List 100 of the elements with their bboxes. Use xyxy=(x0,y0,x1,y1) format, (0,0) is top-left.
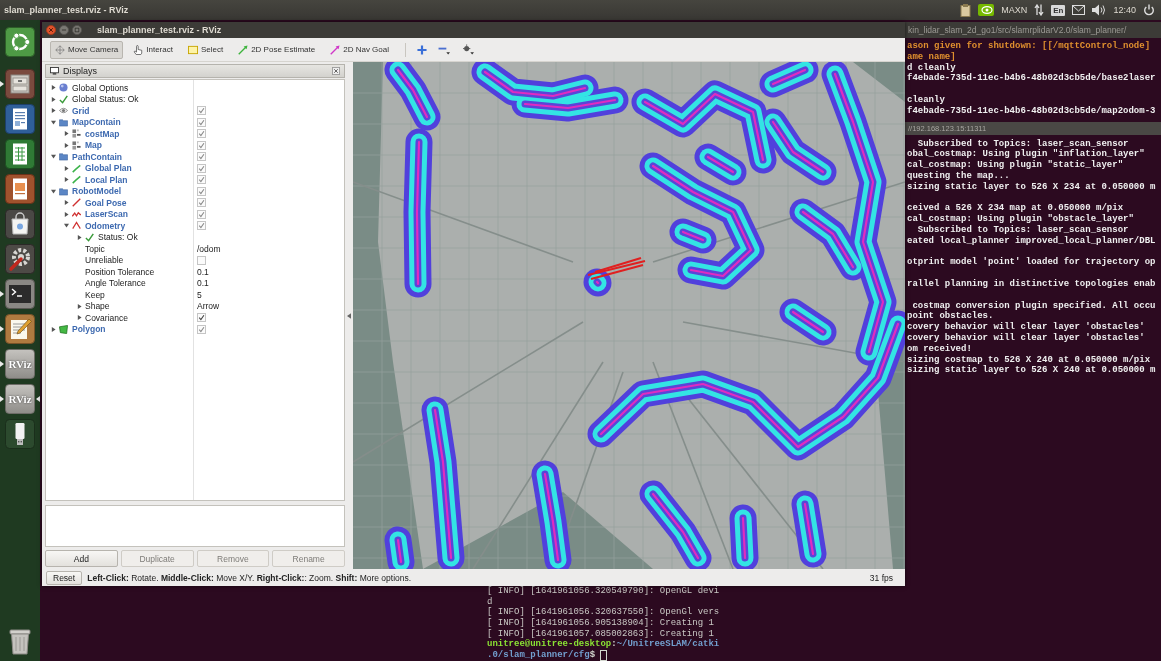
tool-button[interactable]: Interact xyxy=(128,40,178,59)
expand-arrow-icon[interactable] xyxy=(64,200,69,206)
display-label[interactable]: MapContain xyxy=(72,117,121,128)
close-icon[interactable] xyxy=(46,25,56,35)
expand-arrow-icon[interactable] xyxy=(64,131,69,137)
map-grid-icon xyxy=(72,140,81,150)
checkbox[interactable] xyxy=(197,163,206,173)
expand-arrow-icon[interactable] xyxy=(77,303,82,309)
tool-button[interactable]: 2D Pose Estimate xyxy=(233,40,321,59)
zigzag-line-icon xyxy=(72,209,81,219)
file-cabinet-icon[interactable] xyxy=(5,69,35,99)
terminal-icon[interactable] xyxy=(5,279,35,309)
terminal-line: [ INFO] [1641961056.905138904]: Creating 1 xyxy=(487,618,714,629)
minimize-icon[interactable] xyxy=(59,25,69,35)
display-label[interactable]: Odometry xyxy=(85,220,126,231)
property-label[interactable]: Position Tolerance xyxy=(85,266,155,277)
checkbox[interactable] xyxy=(197,324,206,334)
property-value[interactable]: /odom xyxy=(197,243,221,254)
panel-button[interactable]: Add xyxy=(45,550,118,567)
reset-button[interactable]: Reset xyxy=(46,570,83,585)
terminal-line: costmap conversion plugin specified. All occu xyxy=(911,300,1156,311)
terminal-line: d cleanly xyxy=(907,62,956,73)
expand-arrow-icon[interactable] xyxy=(64,177,69,183)
property-value[interactable]: 0.1 xyxy=(197,266,209,277)
display-label[interactable]: Goal Pose xyxy=(85,197,127,208)
expand-arrow-icon[interactable] xyxy=(51,108,56,114)
checkbox[interactable] xyxy=(197,106,206,116)
usb-drive-icon[interactable] xyxy=(5,419,35,449)
display-label[interactable]: PathContain xyxy=(72,151,123,162)
display-label[interactable]: Local Plan xyxy=(85,174,128,185)
expand-arrow-icon[interactable] xyxy=(77,315,82,321)
speaker-icon[interactable] xyxy=(1092,4,1107,16)
property-value[interactable]: Arrow xyxy=(197,301,220,312)
checkbox[interactable] xyxy=(197,186,206,196)
property-label[interactable]: Unreliable xyxy=(85,255,124,266)
spreadsheet-icon[interactable] xyxy=(5,139,35,169)
checkbox[interactable] xyxy=(197,255,206,265)
checkbox[interactable] xyxy=(197,129,206,139)
display-label[interactable]: Global Options xyxy=(72,82,129,93)
maximize-icon[interactable] xyxy=(72,25,82,35)
expand-arrow-icon[interactable] xyxy=(51,326,56,332)
checkbox[interactable] xyxy=(197,117,206,127)
checkbox[interactable] xyxy=(197,140,206,150)
dot-dropdown-icon[interactable] xyxy=(462,44,475,55)
checkbox[interactable] xyxy=(197,313,206,323)
display-label[interactable]: Global Status: Ok xyxy=(72,94,139,105)
notepad-pencil-icon[interactable] xyxy=(5,314,35,344)
tool-button[interactable]: 2D Nav Goal xyxy=(325,40,394,59)
checkbox[interactable] xyxy=(197,152,206,162)
checkbox[interactable] xyxy=(197,221,206,231)
power-mode-label[interactable]: MAXN xyxy=(1001,5,1028,15)
display-label[interactable]: Status: Ok xyxy=(98,232,138,243)
updown-arrows-icon[interactable] xyxy=(1034,4,1045,16)
display-label[interactable]: costMap xyxy=(85,128,120,139)
circle-logo-icon[interactable] xyxy=(5,27,35,57)
expand-arrow-icon[interactable] xyxy=(51,96,56,102)
checkbox[interactable] xyxy=(197,209,206,219)
document-icon[interactable] xyxy=(5,104,35,134)
terminal-line: cal_costmap: Using plugin "obstacle_layer" xyxy=(907,214,1134,225)
display-label[interactable]: RobotModel xyxy=(72,186,122,197)
display-label[interactable]: Map xyxy=(85,140,102,151)
tool-button[interactable]: Move Camera xyxy=(50,40,124,59)
expand-arrow-icon[interactable] xyxy=(77,234,82,240)
terminal-line: om received! xyxy=(907,343,972,355)
expand-arrow-icon[interactable] xyxy=(51,154,56,160)
power-icon[interactable] xyxy=(1143,4,1155,16)
keyboard-layout-indicator[interactable]: En xyxy=(1051,4,1066,16)
splitter-arrow-icon[interactable] xyxy=(347,312,351,319)
presentation-icon[interactable] xyxy=(5,174,35,204)
clipboard-icon[interactable] xyxy=(960,3,972,17)
expand-arrow-icon[interactable] xyxy=(51,119,56,125)
property-value[interactable]: 0.1 xyxy=(197,278,209,289)
expand-arrow-icon[interactable] xyxy=(64,223,69,229)
property-label[interactable]: Angle Tolerance xyxy=(85,278,146,289)
tool-button[interactable]: Select xyxy=(182,40,229,59)
shopping-bag-icon[interactable] xyxy=(5,209,35,239)
display-label[interactable]: Global Plan xyxy=(85,163,132,174)
gear-wrench-icon[interactable] xyxy=(5,244,35,274)
property-label[interactable]: Topic xyxy=(85,243,105,254)
display-label[interactable]: LaserScan xyxy=(85,209,128,220)
envelope-icon[interactable] xyxy=(1072,5,1086,15)
property-label[interactable]: Shape xyxy=(85,301,110,312)
pose-arrow-icon xyxy=(238,44,249,55)
expand-arrow-icon[interactable] xyxy=(64,142,69,148)
property-value[interactable]: 5 xyxy=(197,289,202,300)
display-label[interactable]: Polygon xyxy=(72,324,106,335)
expand-arrow-icon[interactable] xyxy=(64,211,69,217)
swirl-logo-icon[interactable] xyxy=(978,4,995,16)
close-icon[interactable] xyxy=(332,67,340,75)
checkbox[interactable] xyxy=(197,198,206,208)
expand-arrow-icon[interactable] xyxy=(51,85,56,91)
property-label[interactable]: Keep xyxy=(85,289,105,300)
terminal-line: eated local_planner improved_local_planner/DBL xyxy=(907,235,1156,247)
expand-arrow-icon[interactable] xyxy=(51,188,56,194)
display-label[interactable]: Grid xyxy=(72,105,90,116)
plus-icon[interactable] xyxy=(417,44,427,55)
expand-arrow-icon[interactable] xyxy=(64,165,69,171)
property-label[interactable]: Covariance xyxy=(85,312,128,323)
clock[interactable]: 12:40 xyxy=(1113,5,1136,15)
checkbox[interactable] xyxy=(197,175,206,185)
